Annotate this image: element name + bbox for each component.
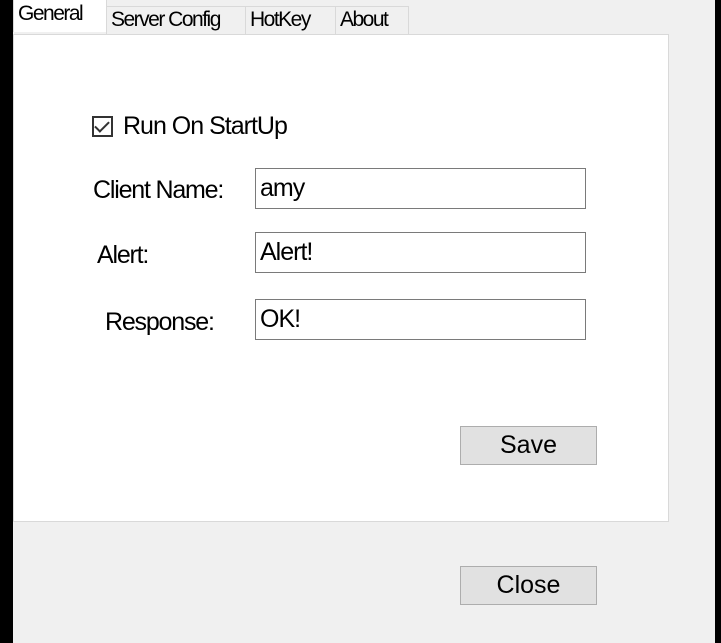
settings-window: General Server Config HotKey About Run O… <box>13 0 715 643</box>
response-input[interactable] <box>255 299 586 340</box>
client-name-label: Client Name: <box>93 176 224 204</box>
run-on-startup-option[interactable]: Run On StartUp <box>92 112 288 141</box>
tab-strip: General Server Config HotKey About <box>13 0 669 35</box>
check-icon <box>94 117 110 133</box>
general-panel: Run On StartUp Client Name: Alert: Respo… <box>13 34 669 522</box>
close-button[interactable]: Close <box>460 566 597 605</box>
tab-server-config[interactable]: Server Config <box>106 6 246 35</box>
run-on-startup-checkbox[interactable] <box>92 116 113 137</box>
tab-about[interactable]: About <box>335 6 409 35</box>
response-label: Response: <box>105 308 215 336</box>
tab-hotkey[interactable]: HotKey <box>245 6 336 35</box>
alert-label: Alert: <box>97 241 149 269</box>
alert-input[interactable] <box>255 232 586 273</box>
tab-general[interactable]: General <box>13 0 107 32</box>
client-name-input[interactable] <box>255 168 586 209</box>
save-button[interactable]: Save <box>460 426 597 465</box>
run-on-startup-label: Run On StartUp <box>123 112 288 140</box>
